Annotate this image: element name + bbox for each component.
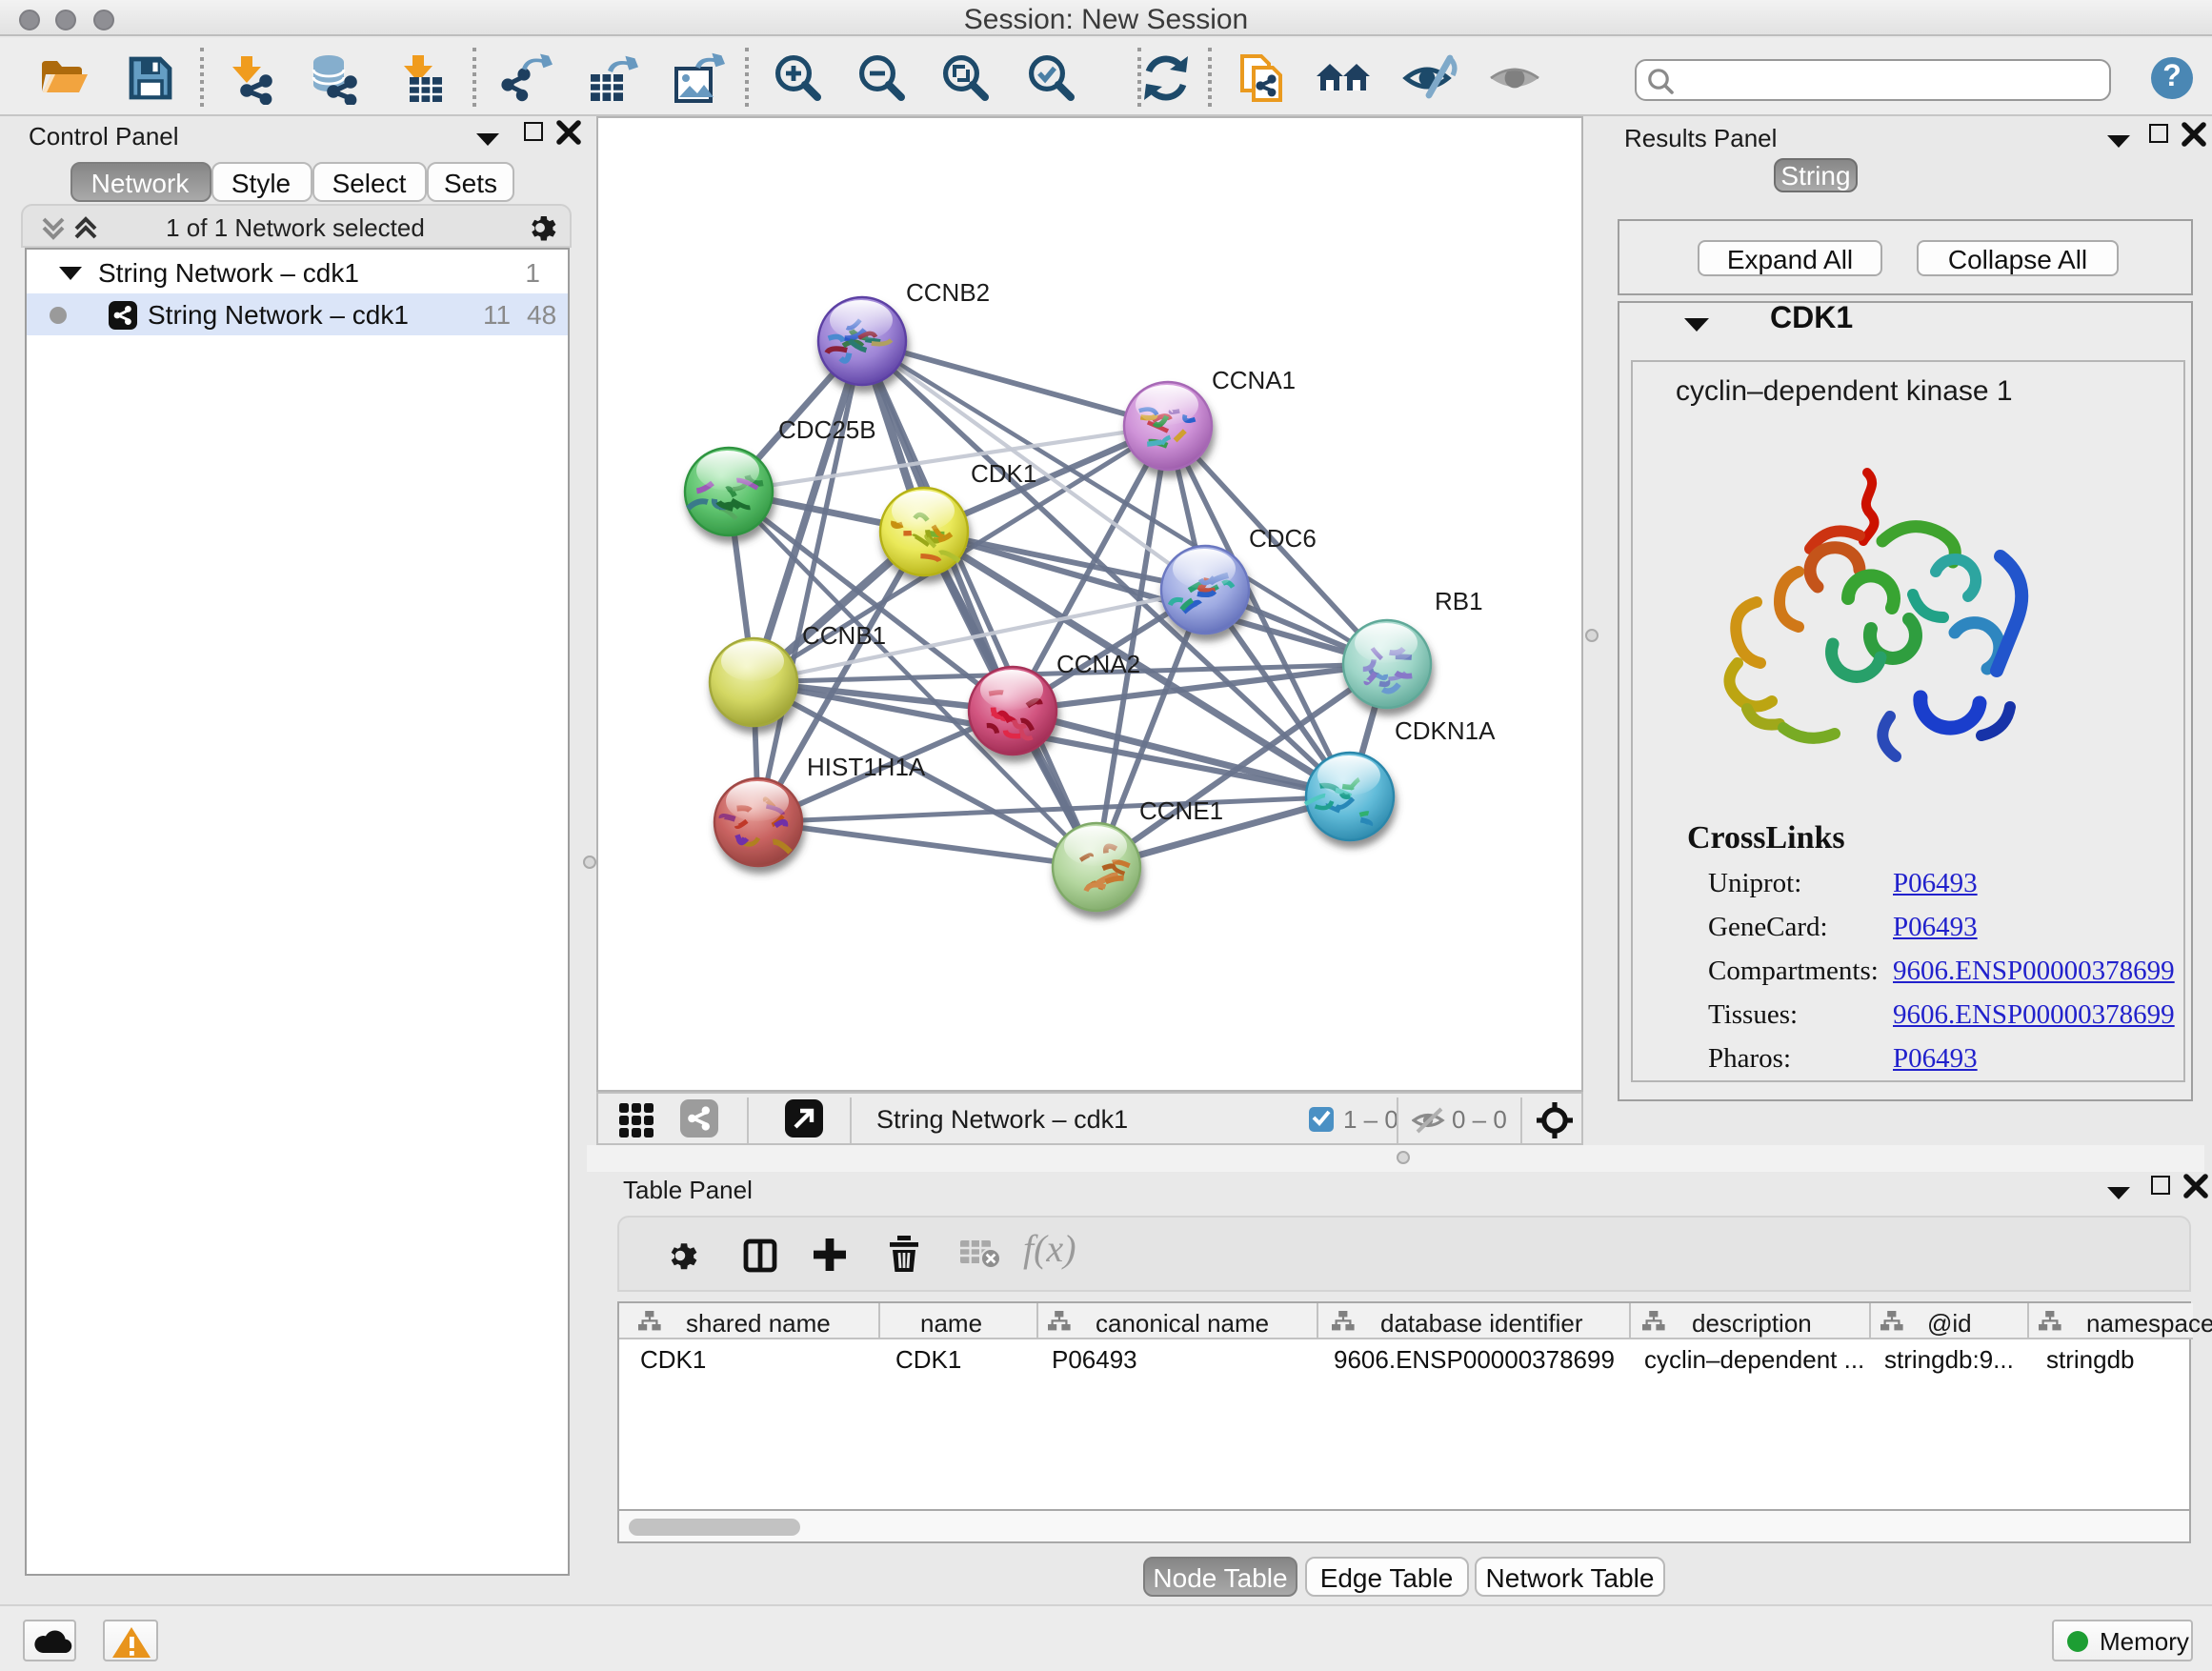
svg-text:CCNE1: CCNE1 (1139, 796, 1223, 825)
svg-text:CCNA2: CCNA2 (1056, 650, 1140, 678)
svg-text:CDC25B: CDC25B (778, 415, 876, 444)
svg-text:CCNB2: CCNB2 (906, 278, 990, 307)
svg-text:CDK1: CDK1 (971, 459, 1036, 488)
svg-text:CCNB1: CCNB1 (802, 621, 886, 650)
svg-text:CDKN1A: CDKN1A (1395, 716, 1496, 745)
svg-text:CDC6: CDC6 (1249, 524, 1317, 553)
svg-text:HIST1H1A: HIST1H1A (807, 753, 926, 781)
svg-text:CCNA1: CCNA1 (1212, 366, 1296, 394)
svg-text:RB1: RB1 (1435, 587, 1483, 615)
